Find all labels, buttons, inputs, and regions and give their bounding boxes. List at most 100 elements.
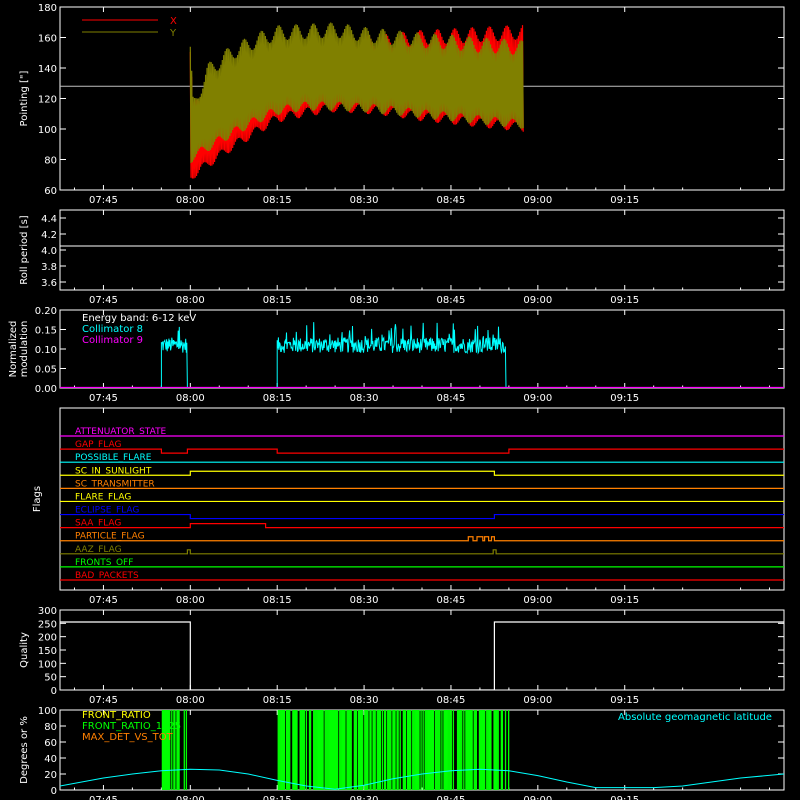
y-tick-label: 300 [38,606,57,617]
x-tick-label: 08:00 [176,595,205,606]
x-tick-label: 09:00 [523,595,552,606]
x-tick-label: 09:15 [610,295,639,306]
x-tick-label: 09:15 [610,695,639,706]
x-tick-label: 08:00 [176,795,205,800]
legend-label: X [170,16,177,27]
y-axis-label: Pointing ["] [19,70,30,126]
x-tick-label: 08:15 [263,195,292,206]
y-tick-label: 20 [44,770,57,781]
y-tick-label: 120 [38,95,57,106]
y-tick-label: 3.8 [41,262,57,273]
x-tick-label: 08:45 [437,393,466,404]
y-tick-label: 250 [38,619,57,630]
x-tick-label: 08:15 [263,295,292,306]
y-tick-label: 3.6 [41,278,57,289]
y-axis-label: Roll period [s] [19,215,30,284]
y-tick-label: 4.0 [41,246,57,257]
y-tick-label: 4.2 [41,230,57,241]
flag-label: AAZ_FLAG [75,545,122,555]
y-axis-label: Quality [19,632,30,668]
flag-label: BAD_PACKETS [75,571,139,581]
legend-label: MAX_DET_VS_TOT [82,732,174,743]
x-tick-label: 09:15 [610,393,639,404]
x-tick-label: 08:30 [350,195,379,206]
y-axis-label: Degrees or % [19,716,30,784]
legend-label: Collimator 8 [82,324,143,335]
figure: 07:45 08:00 08:15 08:30 08:45 09:00 09:15 60 80 1… [0,0,800,800]
y-tick-label: 0.00 [35,384,57,395]
legend-label: Y [169,28,177,39]
y-tick-label: 0.20 [35,306,57,317]
flag-label: POSSIBLE_FLARE [75,453,152,463]
y-axis-label: modulation [19,321,30,378]
x-tick-label: 08:15 [263,795,292,800]
y-tick-label: 150 [38,646,57,657]
x-tick-label: 08:00 [176,195,205,206]
x-tick-label: 07:45 [89,393,118,404]
y-tick-label: 0.15 [35,326,57,337]
legend-label: FRONT_RATIO_1225 [82,721,181,732]
legend-label: Energy band: 6-12 keV [82,313,196,324]
x-tick-label: 08:30 [350,295,379,306]
x-tick-label: 09:00 [523,393,552,404]
flag-label: ECLIPSE_FLAG [75,506,139,516]
flag-label: FRONTS_OFF [75,558,133,568]
y-tick-label: 100 [38,706,57,717]
x-tick-label: 08:30 [350,393,379,404]
x-tick-label: 08:30 [350,795,379,800]
x-tick-label: 08:15 [263,595,292,606]
background [0,0,800,800]
x-tick-label: 08:00 [176,695,205,706]
y-tick-label: 80 [44,156,57,167]
y-tick-label: 0 [51,786,57,797]
x-tick-label: 08:15 [263,695,292,706]
x-tick-label: 08:45 [437,795,466,800]
x-tick-label: 07:45 [89,195,118,206]
y-tick-label: 0.10 [35,345,57,356]
y-tick-label: 100 [38,125,57,136]
x-tick-label: 08:15 [263,393,292,404]
y-tick-label: 40 [44,754,57,765]
x-tick-label: 08:45 [437,695,466,706]
x-tick-label: 09:15 [610,595,639,606]
x-tick-label: 07:45 [89,595,118,606]
y-tick-label: 160 [38,34,57,45]
x-tick-label: 07:45 [89,695,118,706]
x-tick-label: 09:00 [523,295,552,306]
y-tick-label: 60 [44,738,57,749]
flag-label: ATTENUATOR_STATE [75,427,167,437]
y-axis-label: Flags [32,486,43,512]
y-tick-label: 0 [51,686,57,697]
y-tick-label: 100 [38,659,57,670]
x-tick-label: 08:00 [176,393,205,404]
y-tick-label: 140 [38,64,57,75]
x-tick-label: 09:00 [523,695,552,706]
y-axis-label: Normalized [8,321,19,378]
legend-label: Collimator 9 [82,335,143,346]
y-tick-label: 50 [44,673,57,684]
y-tick-label: 60 [44,186,57,197]
flag-label: PARTICLE_FLAG [75,532,145,542]
y-tick-label: 180 [38,3,57,14]
legend-label: Absolute geomagnetic latitude [618,712,772,723]
x-tick-label: 07:45 [89,795,118,800]
x-tick-label: 08:45 [437,595,466,606]
x-tick-label: 08:30 [350,595,379,606]
x-tick-label: 09:00 [523,195,552,206]
flag-label: SC_IN_SUNLIGHT [75,466,152,476]
y-tick-label: 0.05 [35,365,57,376]
flag-label: FLARE_FLAG [75,492,131,502]
x-tick-label: 09:00 [523,795,552,800]
x-tick-label: 08:45 [437,195,466,206]
flag-label: GAP_FLAG [75,440,121,450]
x-tick-label: 08:00 [176,295,205,306]
x-tick-label: 08:45 [437,295,466,306]
legend-label: FRONT_RATIO [82,710,151,721]
y-tick-label: 80 [44,722,57,733]
x-tick-label: 09:15 [610,795,639,800]
x-tick-label: 07:45 [89,295,118,306]
y-tick-label: 4.4 [41,214,57,225]
x-tick-label: 09:15 [610,195,639,206]
y-tick-label: 200 [38,633,57,644]
flag-label: SC_TRANSMITTER [75,479,155,489]
